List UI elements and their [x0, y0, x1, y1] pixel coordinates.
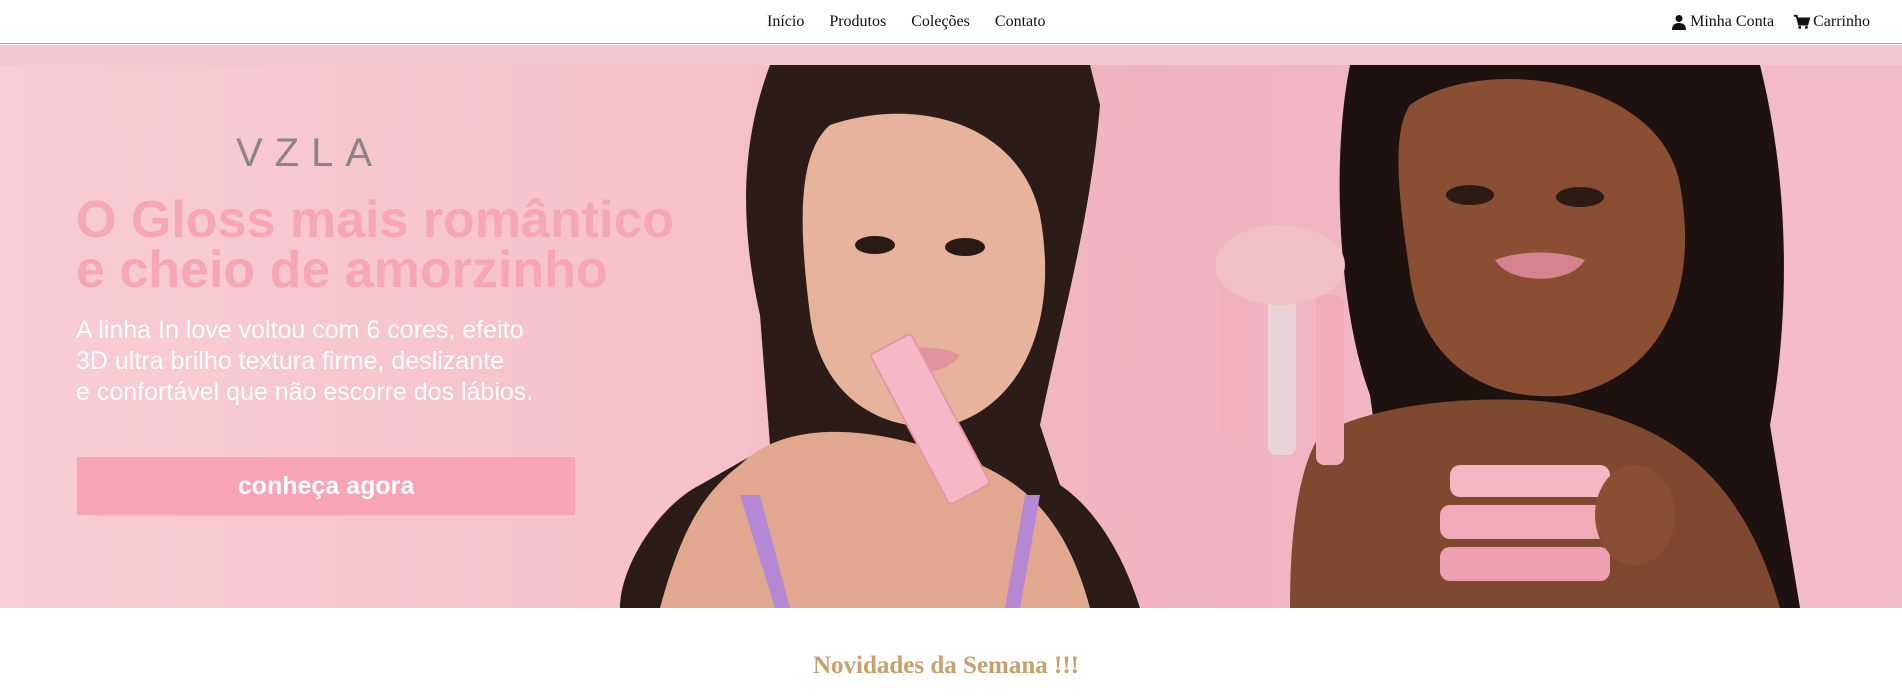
hero-desc-line-2: 3D ultra brilho textura firme, deslizant… — [76, 347, 504, 375]
nav-right: Minha Conta Carrinho — [1651, 12, 1870, 32]
hero-top-band — [0, 45, 1902, 65]
nav-link-colecoes[interactable]: Coleções — [911, 12, 970, 32]
account-label: Minha Conta — [1690, 13, 1775, 30]
user-icon — [1672, 15, 1687, 30]
hero-desc-line-1: A linha In love voltou com 6 cores, efei… — [76, 316, 524, 344]
cart-icon — [1794, 14, 1811, 29]
cart-label: Carrinho — [1813, 13, 1870, 30]
hero-description: A linha In love voltou com 6 cores, efei… — [76, 315, 676, 408]
brand-logo: VZLA — [236, 131, 385, 175]
model-photo-left — [620, 65, 1140, 608]
cart-link[interactable]: Carrinho — [1794, 12, 1870, 32]
product-tubes-left — [1215, 225, 1345, 465]
section-title: Novidades da Semana !!! — [813, 652, 1079, 679]
hero-banner[interactable]: VZLA O Gloss mais romântico e cheio de a… — [0, 65, 1902, 608]
cta-button[interactable]: conheça agora — [77, 457, 575, 515]
hero-desc-line-3: e confortável que não escorre dos lábios… — [76, 378, 534, 406]
main-nav: Início Produtos Coleções Contato — [767, 12, 1071, 32]
product-tubes-right — [1440, 465, 1675, 581]
model-photo-right — [1215, 65, 1800, 608]
account-link[interactable]: Minha Conta — [1671, 12, 1774, 32]
nav-link-contato[interactable]: Contato — [995, 12, 1046, 32]
nav-link-inicio[interactable]: Início — [767, 12, 804, 32]
top-navbar: Início Produtos Coleções Contato Minha C… — [0, 0, 1902, 44]
nav-link-produtos[interactable]: Produtos — [829, 12, 886, 32]
hero-title-line-2: e cheio de amorzinho — [76, 241, 608, 299]
